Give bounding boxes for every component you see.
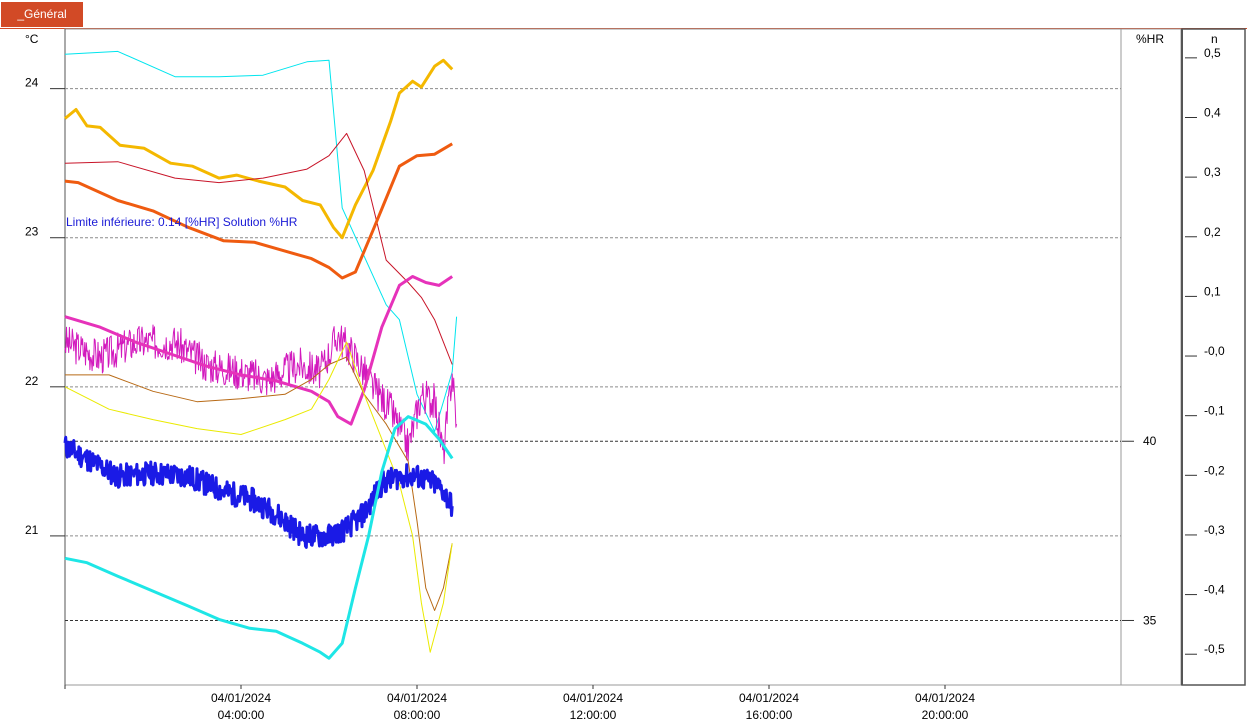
x-axis-tick-date: 04/01/2024 bbox=[563, 691, 623, 705]
x-axis-tick-date: 04/01/2024 bbox=[387, 691, 447, 705]
left-axis-tick-label: 22 bbox=[25, 374, 39, 388]
mid-axis-tick-label: 35 bbox=[1143, 613, 1157, 627]
right-axis-tick-label: -0,2 bbox=[1204, 463, 1225, 477]
lower-limit-annotation: Limite inférieure: 0.14 [%HR] Solution %… bbox=[66, 215, 298, 229]
mid-axis-tick-label: 40 bbox=[1143, 434, 1157, 448]
left-axis-tick-label: 23 bbox=[25, 225, 39, 239]
left-axis-tick-label: 21 bbox=[25, 523, 39, 537]
x-axis-tick-time: 08:00:00 bbox=[394, 708, 441, 722]
right-axis-tick-label: -0,1 bbox=[1204, 404, 1225, 418]
right-axis-tick-label: 0,2 bbox=[1204, 225, 1221, 239]
x-axis-tick-time: 04:00:00 bbox=[218, 708, 265, 722]
right-axis-tick-label: -0,0 bbox=[1204, 344, 1225, 358]
x-axis-tick-date: 04/01/2024 bbox=[915, 691, 975, 705]
x-axis-tick-date: 04/01/2024 bbox=[211, 691, 271, 705]
right-axis-tick-label: 0,5 bbox=[1204, 46, 1221, 60]
right-axis-tick-label: -0,3 bbox=[1204, 523, 1225, 537]
right-axis-tick-label: 0,3 bbox=[1204, 165, 1221, 179]
right-axis-tick-label: -0,5 bbox=[1204, 642, 1225, 656]
right-axis-unit: n bbox=[1211, 32, 1218, 46]
chart: 24 23 22 21 40 35 0,5 0,4 0,3 0,2 0,1 -0,0 -0,1 -0,2 -… bbox=[25, 28, 1246, 722]
right-axis-tick-label: -0,4 bbox=[1204, 583, 1225, 597]
mid-axis-panel bbox=[1120, 28, 1182, 686]
left-axis-tick-label: 24 bbox=[25, 76, 39, 90]
left-axis-unit: °C bbox=[25, 32, 39, 46]
x-axis-tick-date: 04/01/2024 bbox=[739, 691, 799, 705]
chart-plot-area bbox=[64, 28, 1122, 686]
x-axis-tick-time: 20:00:00 bbox=[922, 708, 969, 722]
right-axis-tick-label: 0,1 bbox=[1204, 284, 1221, 298]
x-axis-tick-time: 12:00:00 bbox=[570, 708, 617, 722]
mid-axis-unit: %HR bbox=[1136, 32, 1164, 46]
right-axis-tick-label: 0,4 bbox=[1204, 105, 1221, 119]
x-axis-tick-time: 16:00:00 bbox=[746, 708, 793, 722]
